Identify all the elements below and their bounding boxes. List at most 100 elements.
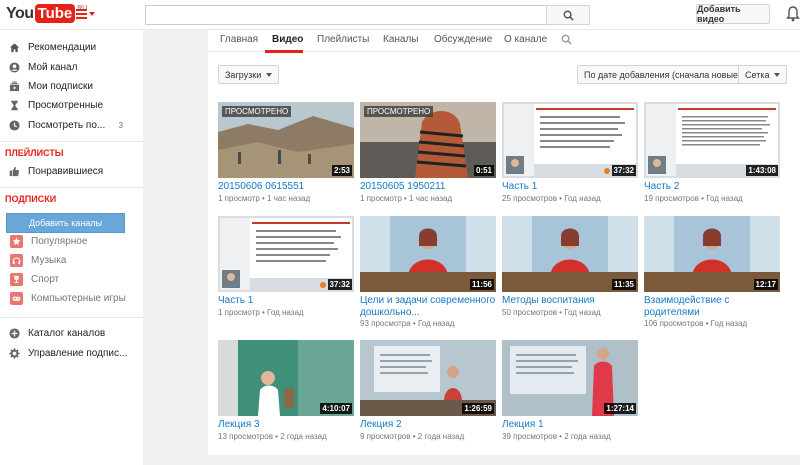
tab-videos[interactable]: Видео [272,34,303,45]
meta-separator: • [401,194,410,203]
guide-item-recommended[interactable]: Рекомендации [0,38,143,57]
upload-age: Год назад [564,308,601,317]
video-card[interactable]: 37:32 Часть 11 просмотр • Год назад [218,216,354,328]
search-input[interactable] [145,5,547,25]
video-thumbnail[interactable]: 12:17 [644,216,780,292]
view-count: 50 просмотров [502,308,557,317]
video-thumbnail[interactable]: 11:56 [360,216,496,292]
view-dropdown[interactable]: Сетка [738,65,788,84]
video-card[interactable]: 11:56 Цели и задачи современного дошкольн… [360,216,496,328]
tab-about[interactable]: О канале [504,34,547,45]
add-channels-button[interactable]: Добавить каналы [6,213,125,233]
guide-item-label: Мои подписки [28,81,93,92]
channel-search-icon[interactable] [561,34,572,45]
tab-channels[interactable]: Каналы [383,34,419,45]
video-title-link[interactable]: Лекция 1 [502,419,638,431]
uploads-dropdown[interactable]: Загрузки [218,65,280,84]
view-count: 1 просмотр [218,308,260,317]
video-card[interactable]: ПРОСМОТРЕНО 2:53 20150606 0615551 1 просмот… [218,102,354,214]
menu-bar-icon [76,9,87,11]
video-thumbnail[interactable]: 37:32 [218,216,354,292]
watch-later-count: 3 [118,121,123,130]
guide-menu-button[interactable] [76,7,95,21]
video-meta: 1 просмотр • 1 час назад [218,194,310,203]
home-icon [8,42,20,54]
upload-age: Год назад [706,194,743,203]
clock-icon [8,120,20,132]
upload-age: Год назад [564,194,601,203]
video-title-link[interactable]: Часть 1 [218,295,354,307]
notifications-bell-icon[interactable] [786,5,800,23]
video-title-link[interactable]: Часть 2 [644,181,780,193]
sub-item-label: Популярное [31,236,88,247]
video-meta: 25 просмотров • Год назад [502,194,601,203]
video-title-link[interactable]: Цели и задачи современного дошкольно... [360,295,496,319]
subscriptions-icon [8,81,20,93]
video-card[interactable]: ПРОСМОТРЕНО 0:51 20150605 1950211 1 просмот… [360,102,496,214]
watched-badge: ПРОСМОТРЕНО [222,106,292,117]
tab-playlists[interactable]: Плейлисты [317,34,369,45]
search-button[interactable] [546,5,590,25]
guide-item-my-channel[interactable]: Мой канал [0,58,143,77]
video-thumbnail[interactable]: ПРОСМОТРЕНО 2:53 [218,102,354,178]
video-card[interactable]: 1:27:14 Лекция 1 39 просмотров • 2 года на… [502,340,638,452]
video-card[interactable]: 1:26:59 Лекция 29 просмотров • 2 года наз… [360,340,496,452]
video-card[interactable]: 12:17 Взаимодействие с родителями 106 прос… [644,216,780,328]
video-thumbnail[interactable]: 4:10:07 [218,340,354,416]
tab-home[interactable]: Главная [220,34,258,45]
guide-item-label: Мой канал [28,62,78,73]
video-title-link[interactable]: Лекция 3 [218,419,354,431]
video-duration: 2:53 [331,165,352,176]
guide-item-liked[interactable]: Понравившиеся [0,162,143,181]
video-card[interactable]: 11:35 Методы воспитания 50 просмотров • Го… [502,216,638,328]
sort-dropdown[interactable]: По дате добавления (сначала новые) [577,65,759,84]
video-meta: 93 просмотра • Год назад [360,319,454,328]
video-thumbnail[interactable]: 1:27:14 [502,340,638,416]
search-icon [563,10,574,21]
video-title-link[interactable]: 20150606 0615551 [218,181,354,193]
upload-video-button[interactable]: Добавить видео [696,4,770,24]
sub-item-gaming[interactable]: Компьютерные игры [0,289,143,308]
guide-item-history[interactable]: Просмотренные [0,96,143,115]
video-thumbnail[interactable]: 1:43:08 [644,102,780,178]
video-title-link[interactable]: Лекция 2 [360,419,496,431]
video-title-link[interactable]: 20150605 1950211 [360,181,496,193]
guide-item-watch-later[interactable]: Посмотреть по... 3 [0,116,143,135]
video-title-link[interactable]: Методы воспитания [502,295,638,307]
video-card[interactable]: 1:43:08 Часть 2 19 просмотров • Год назад [644,102,780,214]
video-thumbnail[interactable]: 11:35 [502,216,638,292]
chevron-down-icon [89,12,95,16]
video-thumbnail[interactable]: 1:26:59 [360,340,496,416]
meta-separator: • [703,319,711,328]
sub-item-label: Музыка [31,255,67,266]
guide-item-label: Просмотренные [28,100,104,111]
video-duration: 1:27:14 [604,403,636,414]
video-thumbnail[interactable]: 37:32 [502,102,638,178]
guide-item-label: Понравившиеся [28,166,104,177]
upload-age: 2 года назад [417,432,465,441]
guide-item-label: Каталог каналов [28,328,106,339]
video-card[interactable]: 4:10:07 Лекция 3 13 просмотров • 2 года на… [218,340,354,452]
sub-item-popular[interactable]: Популярное [0,232,143,251]
video-duration: 12:17 [753,279,778,290]
view-count: 1 просмотр [218,194,260,203]
video-card[interactable]: 37:32 Часть 1 25 просмотров • Год назад [502,102,638,214]
sub-item-sports[interactable]: Спорт [0,270,143,289]
video-title-link[interactable]: Взаимодействие с родителями [644,295,780,319]
guide-item-channel-catalog[interactable]: Каталог каналов [0,324,143,343]
video-meta: 13 просмотров • 2 года назад [218,432,327,441]
star-icon [10,235,23,248]
upload-age: 1 час назад [267,194,311,203]
channel-tabs: Главная Видео Плейлисты Каналы Обсуждени… [208,30,800,53]
video-title-link[interactable]: Часть 1 [502,181,638,193]
guide-item-subscriptions[interactable]: Мои подписки [0,77,143,96]
gear-icon [8,348,20,360]
tab-discussion[interactable]: Обсуждение [434,34,492,45]
guide-item-manage-subscriptions[interactable]: Управление подпис... [0,344,143,363]
view-count: 39 просмотров [502,432,557,441]
video-meta: 39 просмотров • 2 года назад [502,432,611,441]
sub-item-music[interactable]: Музыка [0,251,143,270]
video-thumbnail[interactable]: ПРОСМОТРЕНО 0:51 [360,102,496,178]
logo-you-text: You [6,5,34,22]
view-count: 13 просмотров [218,432,273,441]
